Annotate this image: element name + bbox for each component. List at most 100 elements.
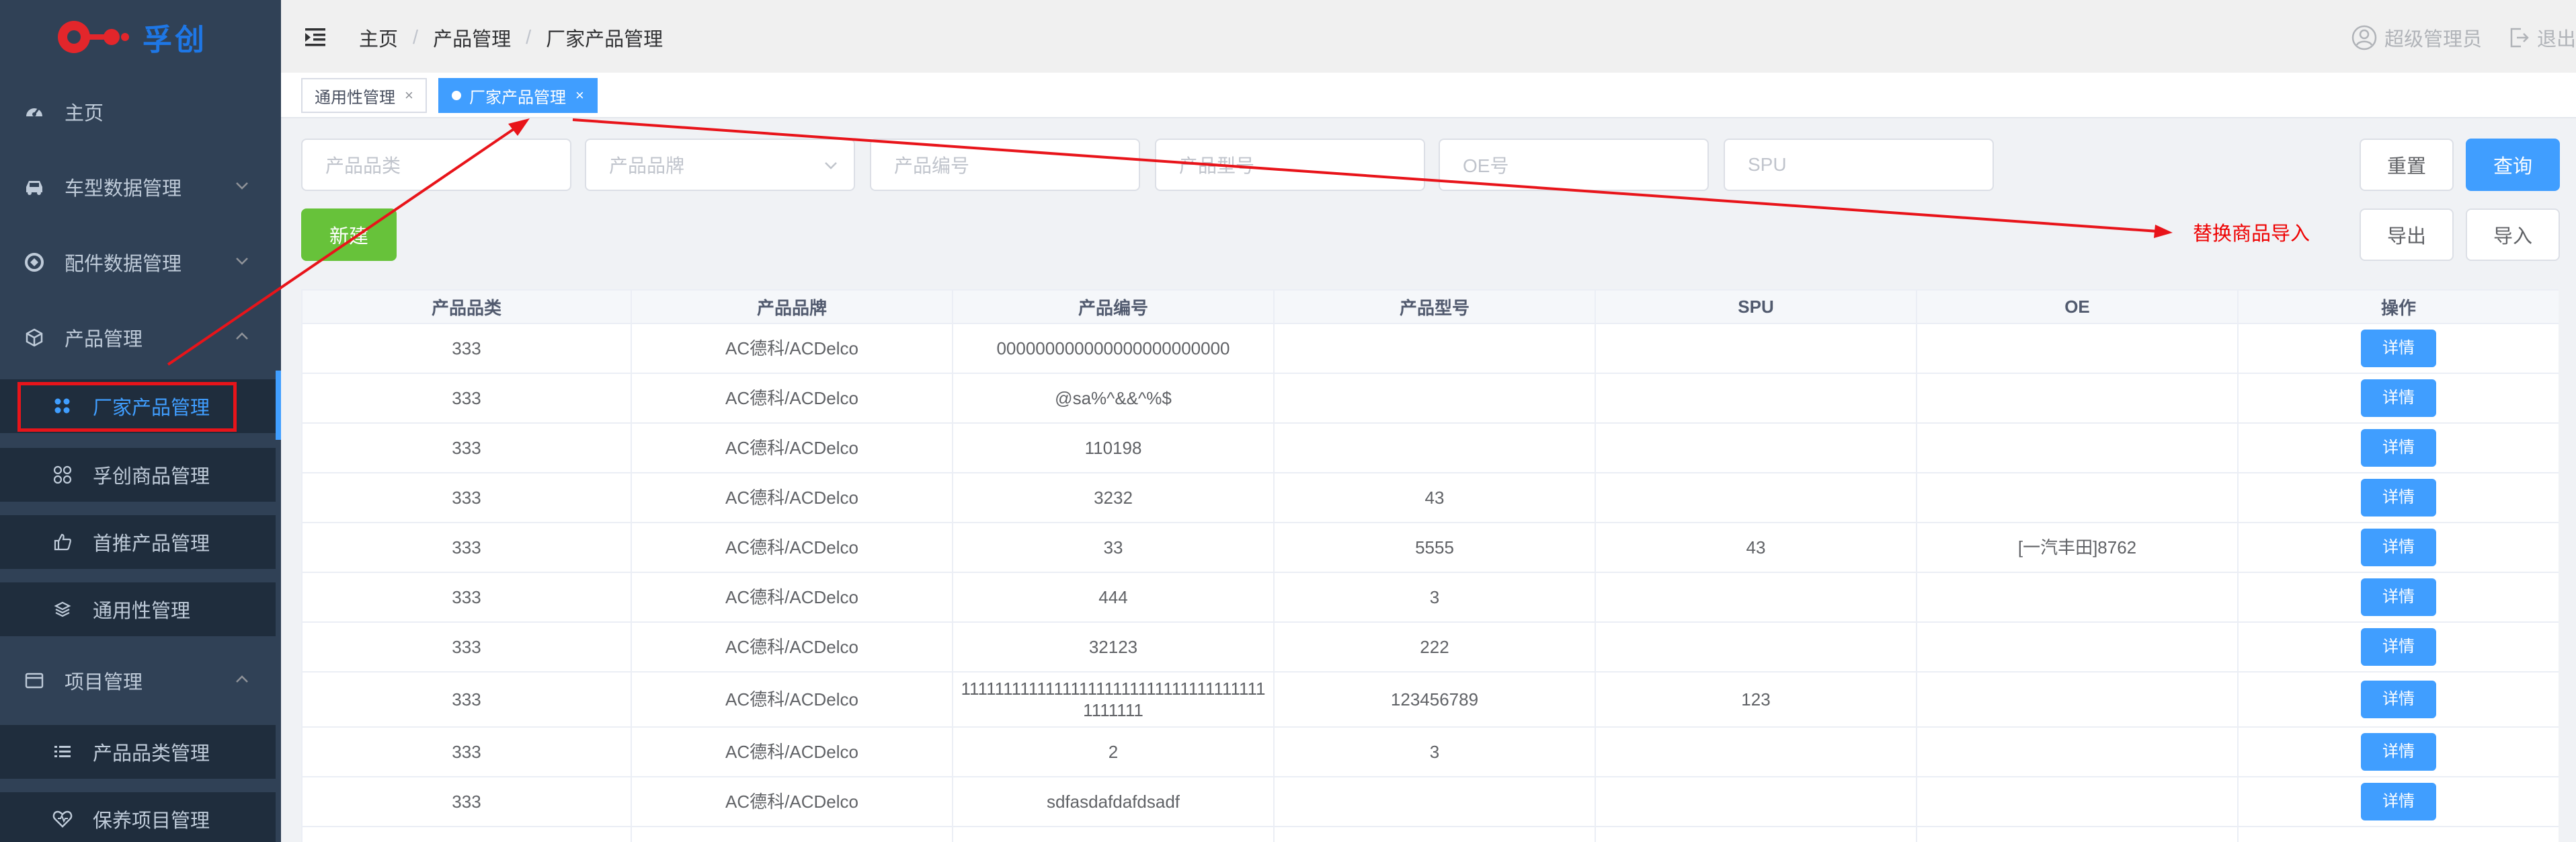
close-icon[interactable]: ×: [575, 87, 584, 104]
table-cell: [一汽丰田]8762: [1916, 522, 2239, 573]
detail-button[interactable]: 详情: [2361, 578, 2436, 616]
logout-label: 退出: [2536, 29, 2576, 50]
table-cell: [1916, 373, 2239, 424]
breadcrumb-home[interactable]: 主页: [359, 24, 398, 52]
spu-placeholder: SPU: [1748, 154, 1787, 175]
sidebar-item-maintenance-items[interactable]: 保养项目管理: [0, 792, 276, 842]
user-menu[interactable]: 超级管理员: [2351, 24, 2482, 52]
heart-icon: [51, 808, 74, 831]
sidebar-item-vehicle-data[interactable]: 车型数据管理: [0, 160, 276, 214]
table-cell: [1273, 776, 1596, 827]
table-cell: 222: [1273, 621, 1596, 673]
chevron-up-icon: [236, 332, 248, 340]
sidebar-item-home[interactable]: 主页: [0, 85, 276, 139]
tab-compatibility[interactable]: 通用性管理 ×: [301, 78, 427, 113]
table-cell: [1916, 472, 2239, 523]
table-cell: [1916, 776, 2239, 827]
table-cell: 333: [301, 671, 632, 728]
close-icon[interactable]: ×: [405, 87, 413, 104]
user-name: 超级管理员: [2384, 29, 2482, 50]
tab-manufacturer-products[interactable]: 厂家产品管理 ×: [438, 78, 598, 113]
detail-button[interactable]: 详情: [2361, 429, 2436, 467]
table-cell: 详情: [2237, 671, 2559, 728]
table-cell: [1595, 726, 1917, 777]
table-cell: [1595, 572, 1917, 623]
table-cell: AC德科/ACDelco: [631, 572, 953, 623]
table-cell: 33: [952, 522, 1275, 573]
table-cell: 333: [301, 726, 632, 777]
thumbs-up-icon: [51, 531, 74, 553]
import-button[interactable]: 导入: [2466, 208, 2560, 261]
table-cell: [301, 826, 632, 842]
column-header: OE: [1916, 289, 2239, 324]
parts-icon: [23, 251, 46, 274]
logo[interactable]: 孚创: [54, 12, 207, 62]
detail-button[interactable]: 详情: [2361, 330, 2436, 367]
column-header: 产品型号: [1273, 289, 1596, 324]
search-button[interactable]: 查询: [2466, 139, 2560, 191]
sidebar-item-product-category[interactable]: 产品品类管理: [0, 725, 276, 779]
tags-view: 通用性管理 × 厂家产品管理 ×: [281, 73, 2576, 118]
top-navbar: 主页 / 产品管理 / 厂家产品管理 超级管理员 退出: [281, 0, 2576, 73]
detail-button[interactable]: 详情: [2361, 529, 2436, 566]
sidebar-item-fuchuang-goods[interactable]: 孚创商品管理: [0, 448, 276, 502]
detail-button[interactable]: 详情: [2361, 681, 2436, 718]
table-cell: 3: [1273, 726, 1596, 777]
table-cell: [1916, 323, 2239, 374]
hamburger-icon[interactable]: [305, 27, 328, 47]
logout-icon: [2510, 28, 2529, 48]
detail-button[interactable]: 详情: [2361, 628, 2436, 666]
sidebar-item-parts-data[interactable]: 配件数据管理: [0, 235, 276, 289]
detail-button[interactable]: 详情: [2361, 733, 2436, 771]
sidebar-item-product-management[interactable]: 产品管理: [0, 311, 276, 365]
sidebar-item-project-management[interactable]: 项目管理: [0, 654, 276, 707]
column-header: 产品编号: [952, 289, 1275, 324]
spu-input[interactable]: SPU: [1724, 139, 1994, 191]
table-cell: AC德科/ACDelco: [631, 373, 953, 424]
table-cell: AC德科/ACDelco: [631, 323, 953, 374]
logout-button[interactable]: 退出: [2507, 24, 2576, 52]
product-model-input[interactable]: 产品型号: [1155, 139, 1425, 191]
sidebar-item-featured-products[interactable]: 首推产品管理: [0, 515, 276, 569]
breadcrumb-separator: /: [413, 26, 419, 48]
detail-button[interactable]: 详情: [2361, 379, 2436, 417]
table-cell: [1916, 572, 2239, 623]
table-cell: 43: [1273, 472, 1596, 523]
table-cell: AC德科/ACDelco: [631, 422, 953, 473]
oe-input[interactable]: OE号: [1439, 139, 1709, 191]
brand-select[interactable]: 产品品牌: [585, 139, 855, 191]
table-cell: [1595, 422, 1917, 473]
table-cell: [1595, 776, 1917, 827]
table-cell: 3232: [952, 472, 1275, 523]
product-table: 产品品类 产品品牌 产品编号 产品型号 SPU OE 操作 333 AC德科/A…: [301, 289, 2559, 842]
table-cell: [2237, 826, 2559, 842]
table-cell: 详情: [2237, 572, 2559, 623]
product-code-input[interactable]: 产品编号: [870, 139, 1140, 191]
table-cell: [1916, 422, 2239, 473]
table-cell: [1273, 373, 1596, 424]
table-cell: 000000000000000000000000: [952, 323, 1275, 374]
reset-button[interactable]: 重置: [2360, 139, 2454, 191]
table-cell: [1916, 826, 2239, 842]
table-cell: 110198: [952, 422, 1275, 473]
table-cell: [1273, 323, 1596, 374]
detail-button[interactable]: 详情: [2361, 479, 2436, 516]
table-cell: [952, 826, 1275, 842]
column-header: 产品品牌: [631, 289, 953, 324]
table-cell: 1111111111111111111111111111111111111111…: [952, 671, 1275, 728]
user-avatar-icon: [2351, 25, 2377, 50]
detail-button[interactable]: 详情: [2361, 783, 2436, 820]
column-header: 产品品类: [301, 289, 632, 324]
table-cell: AC德科/ACDelco: [631, 776, 953, 827]
layers-icon: [51, 598, 74, 621]
export-button[interactable]: 导出: [2360, 208, 2454, 261]
sidebar-item-label: 首推产品管理: [93, 533, 210, 555]
chevron-up-icon: [236, 675, 248, 683]
table-cell: [1595, 472, 1917, 523]
category-input[interactable]: 产品品类: [301, 139, 571, 191]
sidebar-item-compatibility[interactable]: 通用性管理: [0, 582, 276, 636]
new-button[interactable]: 新建: [301, 208, 397, 261]
table-cell: 333: [301, 422, 632, 473]
oe-placeholder: OE号: [1463, 155, 1509, 176]
logo-mark-icon: [54, 17, 129, 57]
